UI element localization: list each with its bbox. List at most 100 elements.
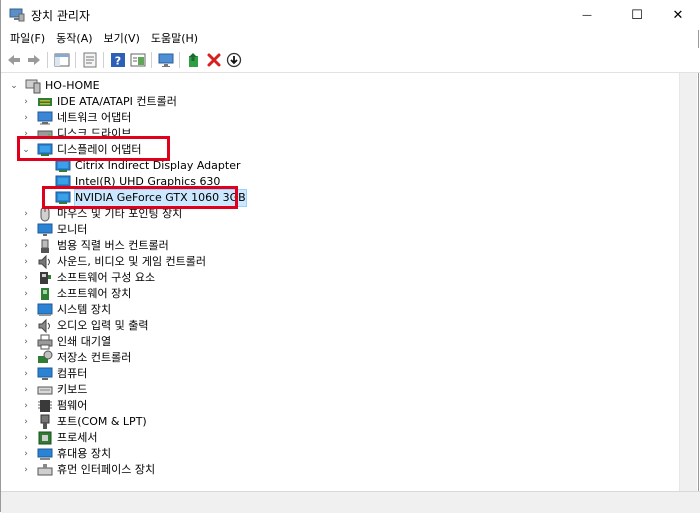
expand-chevron-icon[interactable]: › [21, 446, 31, 462]
expand-chevron-icon[interactable]: › [21, 94, 31, 110]
tree-item-label: 디스플레이 어댑터 [57, 143, 142, 156]
tree-item-software-component[interactable]: › 소프트웨어 구성 요소 [21, 270, 155, 286]
tree-child-citrix[interactable]: Citrix Indirect Display Adapter [55, 158, 240, 174]
tree-item-label: 디스크 드라이브 [57, 127, 132, 140]
menu-bar: 파일(F) 동작(A) 보기(V) 도움말(H) [1, 30, 700, 48]
tree-item-label: 컴퓨터 [57, 367, 88, 380]
console-tree-icon [54, 53, 70, 67]
properties-icon [83, 52, 97, 68]
maximize-button[interactable]: ☐ [614, 0, 660, 30]
collapse-chevron-icon[interactable]: ⌄ [21, 142, 31, 158]
show-hide-console-button[interactable] [53, 51, 71, 69]
keyboard-icon [37, 386, 53, 395]
help-icon: ? [111, 53, 125, 68]
expand-chevron-icon[interactable]: › [21, 302, 31, 318]
expand-chevron-icon[interactable]: › [21, 206, 31, 222]
device-tree: ⌄ HO-HOME › IDE ATA/ATAPI 컨트롤러 › 네트워크 어댑… [2, 73, 683, 491]
expand-chevron-icon[interactable]: › [21, 110, 31, 126]
tree-child-nvidia[interactable]: NVIDIA GeForce GTX 1060 3GB [55, 189, 247, 207]
root-label: HO-HOME [45, 79, 100, 92]
portable-device-icon [37, 448, 53, 460]
expand-chevron-icon[interactable]: › [21, 222, 31, 238]
vertical-scrollbar[interactable] [679, 73, 697, 491]
monitor-icon [37, 223, 53, 236]
back-arrow-icon [8, 55, 20, 65]
toolbar-separator [47, 52, 48, 68]
tree-item-label: 인쇄 대기열 [57, 335, 112, 348]
tree-item-system[interactable]: › 시스템 장치 [21, 302, 111, 318]
add-driver-icon [189, 53, 198, 67]
uninstall-button[interactable] [205, 51, 223, 69]
back-button[interactable] [5, 51, 23, 69]
expand-chevron-icon[interactable]: › [21, 334, 31, 350]
expand-chevron-icon[interactable]: › [21, 350, 31, 366]
minimize-button[interactable]: — [564, 0, 610, 30]
tree-item-port[interactable]: › 포트(COM & LPT) [21, 414, 147, 430]
tree-item-label: IDE ATA/ATAPI 컨트롤러 [57, 95, 177, 108]
network-adapter-icon [37, 111, 53, 125]
toolbar-separator [179, 52, 180, 68]
tree-item-portable[interactable]: › 휴대용 장치 [21, 446, 111, 462]
toolbar: ? [1, 48, 700, 73]
tree-item-sound[interactable]: › 사운드, 비디오 및 게임 컨트롤러 [21, 254, 206, 270]
expand-chevron-icon[interactable]: › [21, 382, 31, 398]
properties-button[interactable] [81, 51, 99, 69]
mouse-icon [40, 206, 50, 222]
collapse-chevron-icon[interactable]: ⌄ [9, 78, 19, 94]
tree-item-computer[interactable]: › 컴퓨터 [21, 366, 87, 382]
help-button[interactable]: ? [109, 51, 127, 69]
tree-item-label: 네트워크 어댑터 [57, 111, 132, 124]
tree-item-display-adapter[interactable]: ⌄ 디스플레이 어댑터 [21, 142, 141, 158]
forward-arrow-icon [28, 55, 40, 65]
tree-item-ide[interactable]: › IDE ATA/ATAPI 컨트롤러 [21, 94, 177, 110]
menu-action[interactable]: 동작(A) [47, 30, 92, 48]
tree-item-label: 저장소 컨트롤러 [57, 351, 132, 364]
forward-button[interactable] [25, 51, 43, 69]
expand-chevron-icon[interactable]: › [21, 286, 31, 302]
expand-chevron-icon[interactable]: › [21, 254, 31, 270]
expand-chevron-icon[interactable]: › [21, 126, 31, 142]
ide-controller-icon [38, 98, 52, 106]
expand-chevron-icon[interactable]: › [21, 366, 31, 382]
expand-chevron-icon[interactable]: › [21, 462, 31, 478]
device-manager-icon [9, 8, 25, 22]
tree-item-processor[interactable]: › 프로세서 [21, 430, 97, 446]
expand-chevron-icon[interactable]: › [21, 398, 31, 414]
tree-item-usb[interactable]: › 범용 직렬 버스 컨트롤러 [21, 238, 169, 254]
update-driver-button[interactable] [185, 51, 203, 69]
menu-help[interactable]: 도움말(H) [142, 30, 198, 48]
expand-chevron-icon[interactable]: › [21, 318, 31, 334]
tree-item-monitor[interactable]: › 모니터 [21, 222, 87, 238]
tree-item-disk[interactable]: › 디스크 드라이브 [21, 126, 131, 142]
tree-child-intel[interactable]: Intel(R) UHD Graphics 630 [55, 174, 220, 190]
tree-item-network[interactable]: › 네트워크 어댑터 [21, 110, 131, 126]
tree-root[interactable]: ⌄ HO-HOME [9, 78, 100, 94]
tree-item-firmware[interactable]: › 펌웨어 [21, 398, 87, 414]
tree-item-label: 펌웨어 [57, 399, 88, 412]
view-button[interactable] [129, 51, 147, 69]
close-button[interactable]: ✕ [655, 0, 700, 30]
disable-device-button[interactable] [225, 51, 243, 69]
expand-chevron-icon[interactable]: › [21, 238, 31, 254]
tree-item-storage[interactable]: › 저장소 컨트롤러 [21, 350, 131, 366]
expand-chevron-icon[interactable]: › [21, 270, 31, 286]
tree-item-keyboard[interactable]: › 키보드 [21, 382, 87, 398]
toolbar-separator [75, 52, 76, 68]
menu-file[interactable]: 파일(F) [1, 30, 45, 48]
tree-item-print-queue[interactable]: › 인쇄 대기열 [21, 334, 111, 350]
tree-item-hid[interactable]: › 휴먼 인터페이스 장치 [21, 462, 155, 478]
computer-icon [37, 367, 53, 380]
processor-icon [38, 431, 52, 445]
scan-hardware-button[interactable] [157, 51, 175, 69]
audio-io-icon [38, 318, 50, 334]
tree-item-software-device[interactable]: › 소프트웨어 장치 [21, 286, 131, 302]
tree-item-mouse[interactable]: › 마우스 및 기타 포인팅 장치 [21, 206, 182, 222]
tree-item-audio-io[interactable]: › 오디오 입력 및 출력 [21, 318, 148, 334]
expand-chevron-icon[interactable]: › [21, 430, 31, 446]
port-icon [40, 414, 50, 429]
expand-chevron-icon[interactable]: › [21, 414, 31, 430]
window-title: 장치 관리자 [31, 9, 91, 23]
minimize-icon: — [582, 9, 592, 21]
sound-icon [38, 254, 50, 270]
menu-view[interactable]: 보기(V) [95, 30, 140, 48]
